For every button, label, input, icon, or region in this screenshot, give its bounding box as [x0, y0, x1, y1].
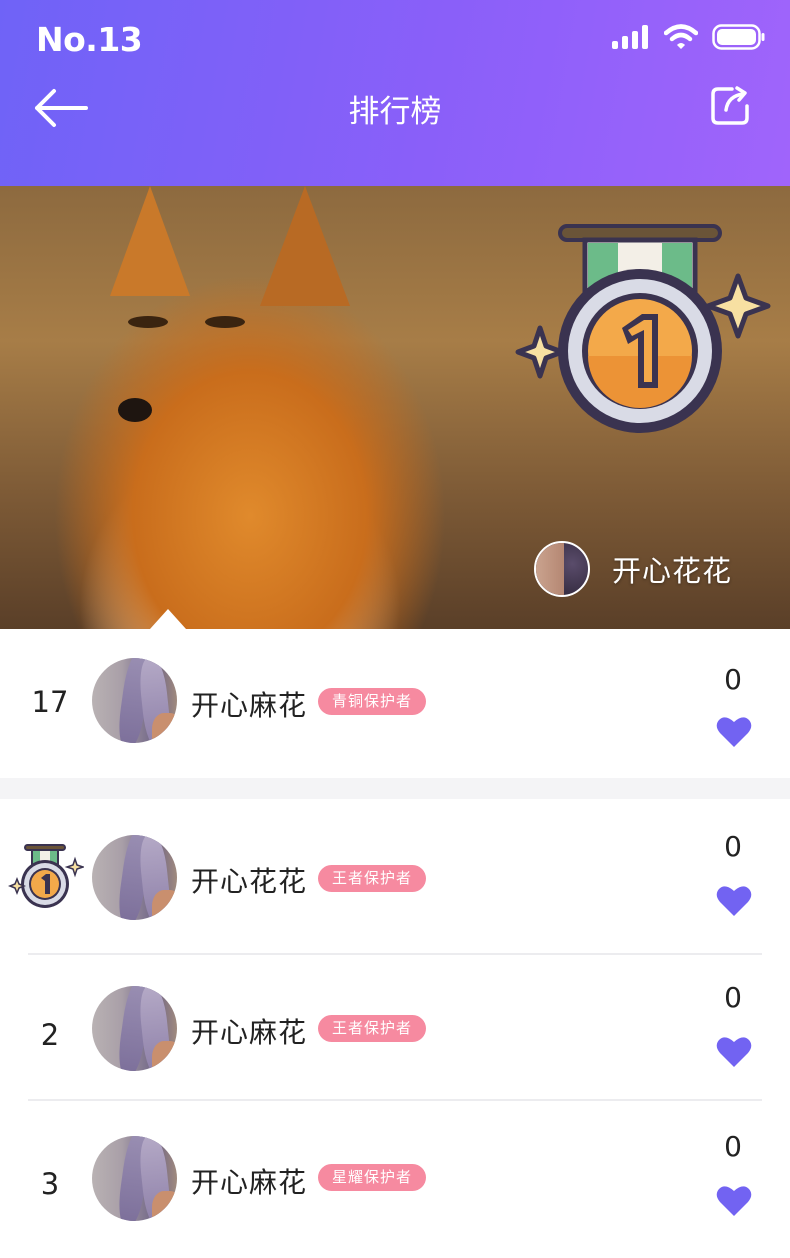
heart-icon[interactable]	[716, 1034, 752, 1068]
page-title: 排行榜	[348, 94, 442, 130]
top-user[interactable]: 开心花花	[534, 541, 732, 597]
heart-icon[interactable]	[716, 714, 752, 748]
avatar	[534, 541, 590, 597]
my-rank-row[interactable]: 17 开心麻花 青铜保护者 0	[0, 629, 790, 778]
hero-pointer	[150, 609, 186, 629]
battery-icon	[712, 24, 765, 50]
rank-number: 3	[40, 1167, 60, 1201]
status-time: No.13	[36, 20, 143, 59]
avatar	[92, 986, 177, 1071]
list-item[interactable]: 2 开心麻花 王者保护者 0	[0, 950, 790, 1100]
like-count: 0	[724, 981, 742, 1014]
avatar	[92, 658, 177, 743]
user-name: 开心麻花	[191, 1016, 308, 1049]
rank-badge: 王者保护者	[318, 865, 427, 892]
wifi-icon	[664, 24, 698, 49]
rank-number: 2	[40, 1018, 60, 1052]
fox-ear	[110, 186, 190, 296]
rank-badge: 王者保护者	[318, 1015, 427, 1042]
share-button[interactable]	[710, 84, 752, 126]
heart-icon[interactable]	[716, 1183, 752, 1217]
fox-nose	[118, 398, 152, 422]
user-name: 开心花花	[191, 865, 308, 898]
first-place-medal-icon	[515, 224, 771, 433]
rank-badge: 青铜保护者	[318, 688, 427, 715]
top-header: No.13 排行榜	[0, 0, 790, 186]
rank-badge: 星耀保护者	[318, 1164, 427, 1191]
gold-medal-icon	[8, 844, 84, 908]
heart-icon[interactable]	[716, 883, 752, 917]
avatar	[92, 835, 177, 920]
like-count: 0	[724, 663, 742, 696]
hero-banner: 开心花花	[0, 186, 790, 629]
share-icon	[711, 86, 749, 125]
like-count: 0	[724, 1130, 742, 1163]
signal-icon	[612, 25, 648, 49]
status-icons	[612, 22, 766, 52]
list-item[interactable]: 3 开心麻花 星耀保护者 0	[0, 1101, 790, 1251]
avatar	[92, 1136, 177, 1221]
like-count: 0	[724, 830, 742, 863]
user-name: 开心麻花	[191, 689, 308, 722]
fox-eye	[128, 316, 168, 328]
ranking-list: 开心花花 王者保护者 0 2 开心麻花 王者保护者 0 3 开心麻花 星耀保护者…	[0, 799, 790, 1258]
fox-eye	[205, 316, 245, 328]
fox-ear	[260, 186, 350, 306]
top-user-name: 开心花花	[612, 554, 733, 588]
user-name: 开心麻花	[191, 1166, 308, 1199]
list-item[interactable]: 开心花花 王者保护者 0	[0, 799, 790, 949]
rank-number: 17	[31, 685, 69, 719]
